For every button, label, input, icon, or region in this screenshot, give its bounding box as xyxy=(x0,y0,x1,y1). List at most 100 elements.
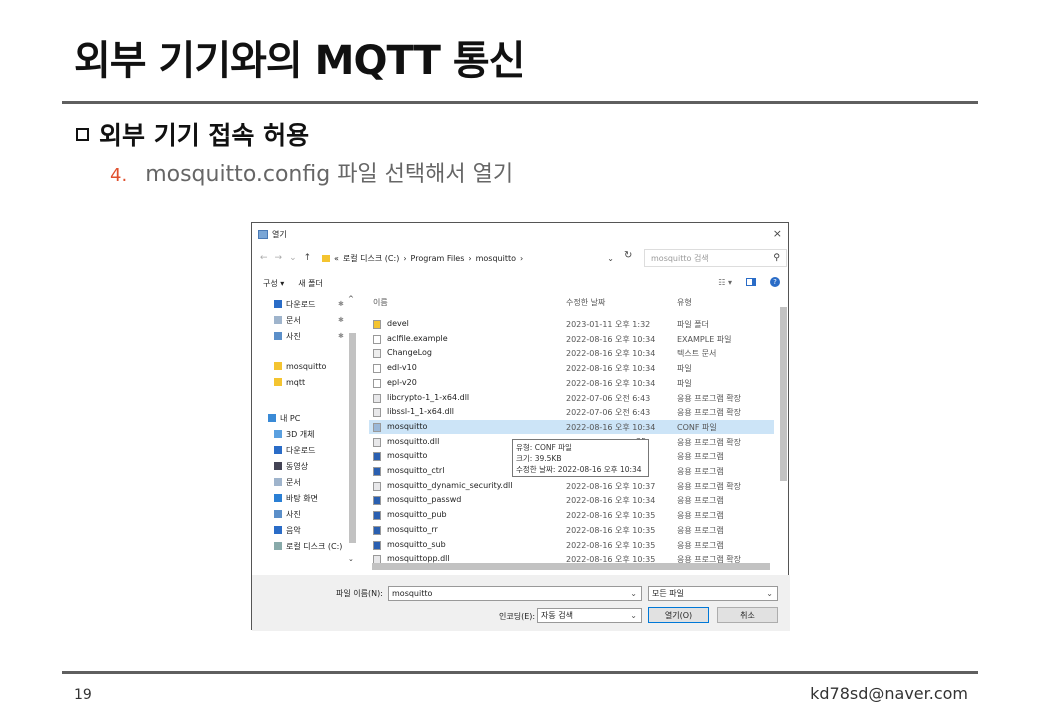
pin-icon: ✱ xyxy=(338,332,344,340)
filename-input[interactable]: mosquitto ⌄ xyxy=(388,586,642,601)
encoding-label: 인코딩(E): xyxy=(499,612,536,621)
title-divider xyxy=(62,101,978,104)
close-icon[interactable]: × xyxy=(773,227,782,240)
preview-pane-icon[interactable] xyxy=(746,278,756,286)
file-name: edl-v10 xyxy=(387,363,417,373)
slide-title: 외부 기기와의 MQTT 통신 xyxy=(74,38,525,84)
file-type: 파일 xyxy=(677,364,692,374)
sidebar-item-label: mqtt xyxy=(286,377,306,387)
file-type: 응용 프로그램 확장 xyxy=(677,437,741,447)
breadcrumb-item[interactable]: 로컬 디스크 (C:) xyxy=(343,253,399,264)
search-input[interactable]: mosquitto 검색 ⚲ xyxy=(644,249,787,267)
file-row[interactable]: devel 2023-01-11 오후 1:32 파일 폴더 xyxy=(369,317,774,331)
sidebar-item-label: mosquitto xyxy=(286,361,327,371)
desktop-icon xyxy=(274,494,282,502)
open-file-dialog: 열기 × ← → ⌄ ↑ « 로컬 디스크 (C:) › Program Fil… xyxy=(251,222,790,631)
sidebar-item[interactable]: 문서 ✱ xyxy=(274,313,344,327)
recent-locations-icon[interactable]: ⌄ xyxy=(289,253,297,263)
dialog-title: 열기 xyxy=(272,229,287,239)
organize-button[interactable]: 구성 ▾ xyxy=(263,278,284,289)
exe-icon xyxy=(373,496,381,506)
file-row[interactable]: mosquitto_sub 2022-08-16 오후 10:35 응용 프로그램 xyxy=(369,538,774,552)
sidebar-item[interactable]: 바탕 화면 xyxy=(274,491,318,505)
file-row[interactable]: libssl-1_1-x64.dll 2022-07-06 오전 6:43 응용 프… xyxy=(369,405,774,419)
nav-scrollbar[interactable]: ^ ⌄ xyxy=(347,293,358,567)
sidebar-item[interactable]: 문서 xyxy=(274,475,301,489)
sidebar-item[interactable]: 사진 ✱ xyxy=(274,329,344,343)
sidebar-item[interactable]: 로컬 디스크 (C:) xyxy=(274,539,342,553)
command-bar: 구성 ▾ 새 폴더 ☷ ▾ ? xyxy=(252,273,790,293)
file-row[interactable]: ChangeLog 2022-08-16 오후 10:34 텍스트 문서 xyxy=(369,346,774,360)
open-button[interactable]: 열기(O) xyxy=(648,607,709,623)
breadcrumb-item[interactable]: mosquitto xyxy=(476,254,516,263)
section-heading: 외부 기기 접속 허용 xyxy=(76,116,309,152)
sidebar-item[interactable]: 3D 개체 xyxy=(274,427,315,441)
file-row[interactable]: edl-v10 2022-08-16 오후 10:34 파일 xyxy=(369,361,774,375)
breadcrumb-sep: › xyxy=(403,253,407,263)
column-header-type[interactable]: 유형 xyxy=(677,297,692,313)
sidebar-item[interactable]: 다운로드 xyxy=(274,443,315,457)
sidebar-item-label: 다운로드 xyxy=(286,445,316,455)
sidebar-item[interactable]: mqtt xyxy=(274,375,305,389)
file-type: CONF 파일 xyxy=(677,422,717,432)
file-name: libcrypto-1_1-x64.dll xyxy=(387,392,470,402)
folder-icon xyxy=(274,362,282,370)
breadcrumb-sep: › xyxy=(468,253,472,263)
file-name: mosquitto_ctrl xyxy=(387,466,445,475)
chevron-down-icon[interactable]: ⌄ xyxy=(607,254,614,263)
step-item: 4. mosquitto.config 파일 선택해서 열기 xyxy=(110,156,513,188)
refresh-icon[interactable]: ↻ xyxy=(624,250,632,261)
file-row[interactable]: epl-v20 2022-08-16 오후 10:34 파일 xyxy=(369,376,774,390)
new-folder-button[interactable]: 새 폴더 xyxy=(298,278,323,289)
sidebar-item[interactable]: 동영상 xyxy=(274,459,308,473)
folder-icon xyxy=(373,320,381,329)
scroll-thumb[interactable] xyxy=(349,333,356,543)
file-row[interactable]: mosquitto_pub 2022-08-16 오후 10:35 응용 프로그램 xyxy=(369,508,774,522)
search-placeholder: mosquitto 검색 xyxy=(651,253,709,263)
column-header-name[interactable]: 이름 xyxy=(373,297,388,313)
file-icon xyxy=(373,378,381,388)
forward-icon[interactable]: → xyxy=(275,253,283,263)
sidebar-item[interactable]: 사진 xyxy=(274,507,301,521)
horizontal-scrollbar[interactable] xyxy=(364,561,778,571)
file-row[interactable]: mosquitto_dynamic_security.dll 2022-08-16… xyxy=(369,479,774,493)
back-icon[interactable]: ← xyxy=(260,253,268,263)
scroll-thumb[interactable] xyxy=(372,563,770,570)
file-date: 2022-08-16 오후 10:35 xyxy=(566,540,656,550)
file-type: 응용 프로그램 xyxy=(677,452,724,462)
chevron-down-icon: ⌄ xyxy=(766,589,773,598)
file-name: libssl-1_1-x64.dll xyxy=(387,407,455,417)
file-date: 2022-07-06 오전 6:43 xyxy=(566,393,651,403)
file-row[interactable]: mosquitto 2022-08-16 오후 10:34 CONF 파일 xyxy=(369,419,774,434)
file-name: mosquitto xyxy=(387,451,428,461)
file-row[interactable]: aclfile.example 2022-08-16 오후 10:34 EXAMPL… xyxy=(369,332,774,346)
sidebar-item[interactable]: 다운로드 ✱ xyxy=(274,297,344,311)
encoding-select[interactable]: 자동 검색 ⌄ xyxy=(537,608,642,623)
breadcrumb-item[interactable]: Program Files xyxy=(411,254,465,263)
breadcrumb[interactable]: « 로컬 디스크 (C:) › Program Files › mosquitt… xyxy=(322,249,620,267)
square-bullet-icon xyxy=(76,127,89,141)
file-name: ChangeLog xyxy=(387,348,432,358)
view-options-icon[interactable]: ☷ ▾ xyxy=(718,278,732,287)
up-icon[interactable]: ↑ xyxy=(304,253,312,263)
sidebar-item[interactable]: mosquitto xyxy=(274,359,326,373)
exe-icon xyxy=(373,511,381,521)
file-list-scrollbar[interactable] xyxy=(778,293,788,565)
file-type-select[interactable]: 모든 파일 ⌄ xyxy=(648,586,778,601)
file-row[interactable]: libcrypto-1_1-x64.dll 2022-07-06 오전 6:43 응… xyxy=(369,391,774,405)
sidebar-item[interactable]: 내 PC xyxy=(268,411,300,425)
sidebar-item[interactable]: 음악 xyxy=(274,523,301,537)
column-header-date[interactable]: 수정한 날짜 xyxy=(566,297,605,313)
dialog-titlebar: 열기 × xyxy=(252,223,788,245)
exe-icon xyxy=(373,467,381,476)
file-type: 응용 프로그램 확장 xyxy=(677,393,741,403)
help-icon[interactable]: ? xyxy=(770,277,780,287)
cancel-button[interactable]: 취소 xyxy=(717,607,778,623)
scroll-up-icon[interactable]: ^ xyxy=(348,295,354,303)
scroll-down-icon[interactable]: ⌄ xyxy=(348,555,354,563)
chevron-down-icon[interactable]: ⌄ xyxy=(630,589,637,598)
file-row[interactable]: mosquitto_rr 2022-08-16 오후 10:35 응용 프로그램 xyxy=(369,523,774,537)
scroll-thumb[interactable] xyxy=(780,307,787,481)
file-row[interactable]: mosquitto_passwd 2022-08-16 오후 10:34 응용 프로… xyxy=(369,493,774,507)
download-icon xyxy=(274,300,282,308)
